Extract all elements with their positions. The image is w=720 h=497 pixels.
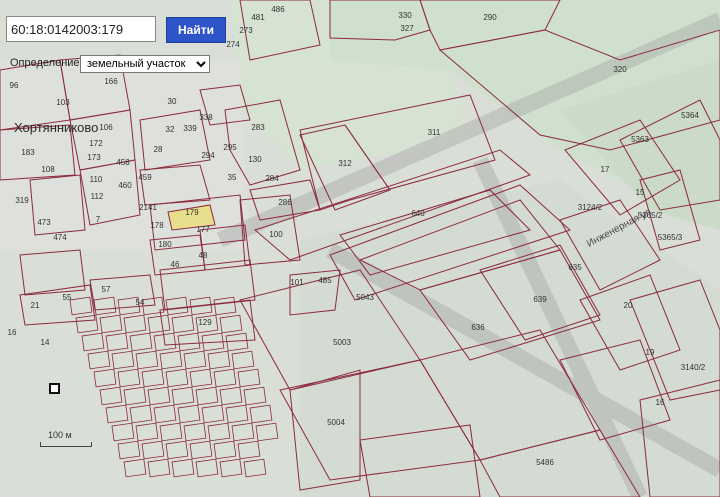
- plot-number-label: 35: [228, 173, 237, 182]
- plot-number-label: 3140/2: [681, 363, 706, 372]
- plot-number-label: 639: [533, 295, 547, 304]
- plot-number-label: 57: [102, 285, 111, 294]
- plot-number-label: 338: [199, 113, 213, 122]
- plot-number-label: 640: [411, 209, 425, 218]
- plot-number-label: 294: [201, 151, 215, 160]
- map-select-tool-icon[interactable]: [49, 383, 60, 394]
- scale-line: [40, 442, 92, 447]
- plot-number-label: 177: [196, 225, 210, 234]
- plot-number-label: 100: [269, 230, 283, 239]
- plot-number-label: 48: [199, 251, 208, 260]
- plot-number-label: 5003: [333, 338, 351, 347]
- scale-text: 100 м: [48, 430, 72, 440]
- plot-number-label: 312: [338, 159, 352, 168]
- plot-number-label: 173: [87, 153, 101, 162]
- plot-number-label: 458: [116, 158, 130, 167]
- plot-number-label: 15: [636, 188, 645, 197]
- plot-number-label: 7: [96, 215, 101, 224]
- plot-number-label: 5363: [631, 135, 649, 144]
- scale-bar: 100 м: [40, 430, 100, 448]
- plot-number-label: 172: [89, 139, 103, 148]
- plot-number-label: 130: [248, 155, 262, 164]
- plot-number-label: 55: [63, 293, 72, 302]
- cadastral-map[interactable]: 2903303273203113126406366356395363536417…: [0, 0, 720, 497]
- plot-number-label: 474: [53, 233, 67, 242]
- plot-number-label: 311: [428, 128, 441, 137]
- plot-number-label: 481: [251, 13, 265, 22]
- plot-number-label: 106: [99, 123, 113, 132]
- cadastral-number-input[interactable]: [6, 16, 156, 42]
- plot-number-label: 635: [568, 263, 582, 272]
- plot-number-label: 16: [656, 398, 665, 407]
- plot-number-label: 180: [158, 240, 172, 249]
- plot-number-label: 129: [198, 318, 212, 327]
- plot-number-label: 273: [239, 26, 253, 35]
- plot-number-label: 5004: [327, 418, 345, 427]
- plot-number-label: 108: [41, 165, 55, 174]
- plot-number-label: 101: [290, 278, 304, 287]
- plot-number-label: 21: [31, 301, 40, 310]
- plot-number-label: 460: [118, 181, 132, 190]
- plot-number-label: 319: [15, 196, 29, 205]
- plot-number-label: 290: [483, 13, 497, 22]
- plot-number-label: 54: [136, 298, 145, 307]
- plot-number-label: 5364: [681, 111, 699, 120]
- find-button[interactable]: Найти: [166, 17, 226, 43]
- plot-number-label: 30: [168, 97, 177, 106]
- plot-number-label: 112: [91, 192, 104, 201]
- plot-number-label: 46: [171, 260, 180, 269]
- plot-number-label: 103: [56, 98, 70, 107]
- place-name-label: Хортянниково: [14, 120, 99, 135]
- plot-number-label: 339: [183, 124, 197, 133]
- plot-number-label: 166: [104, 77, 118, 86]
- plot-number-label: 486: [271, 5, 285, 14]
- plot-number-label: 20: [624, 301, 633, 310]
- plot-number-label: 16: [8, 328, 17, 337]
- plot-number-label: 284: [265, 174, 279, 183]
- plot-number-label: 96: [10, 81, 19, 90]
- plot-number-label: 179: [185, 208, 199, 217]
- plot-number-label: 295: [223, 143, 237, 152]
- definition-label: Определение:: [10, 57, 83, 69]
- plot-number-label: 327: [400, 24, 414, 33]
- plot-number-label: 32: [166, 125, 175, 134]
- plot-number-label: 330: [398, 11, 412, 20]
- plot-number-label: 17: [601, 165, 610, 174]
- plot-number-label: 178: [150, 221, 164, 230]
- plot-number-label: 636: [471, 323, 485, 332]
- plot-number-label: 28: [154, 145, 163, 154]
- plot-number-label: 274: [226, 40, 240, 49]
- plot-number-label: 459: [138, 173, 152, 182]
- plot-number-label: 485: [318, 276, 332, 285]
- plot-number-label: 5486: [536, 458, 554, 467]
- plot-number-label: 320: [613, 65, 627, 74]
- plot-number-label: 286: [278, 198, 292, 207]
- plot-number-label: 283: [251, 123, 265, 132]
- plot-number-label: 3124/2: [578, 203, 603, 212]
- definition-select[interactable]: земельный участок: [80, 55, 210, 73]
- plot-number-label: 14: [41, 338, 50, 347]
- search-bar: Найти: [6, 16, 226, 44]
- plot-number-label: 19: [646, 348, 655, 357]
- plot-number-label: 110: [90, 175, 103, 184]
- plot-number-label: 183: [21, 148, 35, 157]
- plot-number-label: 2141: [139, 203, 157, 212]
- plot-number-label: 5043: [356, 293, 374, 302]
- plot-number-label: 5365/3: [658, 233, 683, 242]
- plot-number-label: 473: [37, 218, 51, 227]
